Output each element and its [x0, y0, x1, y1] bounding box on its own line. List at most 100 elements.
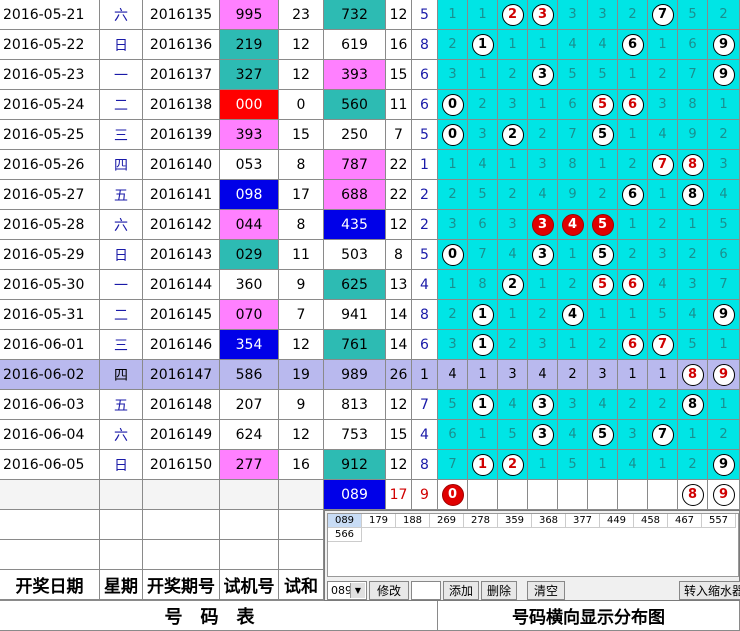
omission-value: 4 — [688, 307, 697, 322]
dist-cell-0: 0 — [438, 120, 468, 150]
sum-cell: 8 — [279, 150, 324, 180]
omission-value: 4 — [448, 367, 457, 382]
dist-cell-2: 2 — [498, 270, 528, 300]
digit-ball: 9 — [712, 33, 735, 56]
dist-cell-3: 3 — [528, 240, 558, 270]
number-list-item[interactable]: 089 — [328, 514, 362, 528]
dist-cell-4: 4 — [558, 30, 588, 60]
omission-value: 1 — [508, 37, 517, 52]
number-list-item[interactable]: 278 — [464, 514, 498, 528]
dist-cell-2: 4 — [498, 390, 528, 420]
test-cell: 393 — [220, 120, 279, 150]
dist-cell-6: 2 — [618, 240, 648, 270]
dist-cell-1: 1 — [468, 420, 498, 450]
digit-ball: 1 — [471, 453, 494, 476]
omission-value: 1 — [628, 67, 637, 82]
dist-cell-3: 2 — [528, 300, 558, 330]
omission-value: 3 — [508, 367, 517, 382]
date-cell: 2016-05-30 — [0, 270, 100, 300]
number-list-item[interactable]: 458 — [634, 514, 668, 528]
omission-value: 8 — [688, 97, 697, 112]
number-list-item[interactable]: 377 — [566, 514, 600, 528]
footer-number-table: 号码表 — [0, 600, 438, 631]
dist-cell-9: 6 — [708, 240, 740, 270]
number-list-item[interactable]: 368 — [532, 514, 566, 528]
digit-ball: 7 — [651, 3, 674, 26]
date-cell: 2016-05-27 — [0, 180, 100, 210]
clear-button[interactable]: 清空 — [527, 581, 565, 600]
add-button[interactable]: 添加 — [443, 581, 479, 600]
omission-value: 1 — [658, 187, 667, 202]
week-cell: 一 — [100, 60, 143, 90]
date-cell: 2016-05-29 — [0, 240, 100, 270]
header-test: 试机号 — [220, 570, 279, 600]
dist-cell-8: 5 — [678, 330, 708, 360]
delete-button[interactable]: 删除 — [481, 581, 517, 600]
omission-value: 3 — [658, 97, 667, 112]
win-cell: 761 — [324, 330, 386, 360]
dist-cell-8: 8 — [678, 90, 708, 120]
omission-value: 5 — [598, 67, 607, 82]
digit-ball: 2 — [501, 3, 524, 26]
issue-cell: 2016144 — [143, 270, 220, 300]
dist-cell-3: 4 — [528, 180, 558, 210]
dist-cell-3: 3 — [528, 0, 558, 30]
dist-cell-8: 6 — [678, 30, 708, 60]
chevron-down-icon[interactable]: ▼ — [350, 583, 365, 598]
omission-value: 3 — [448, 217, 457, 232]
dist-cell-8: 8 — [678, 480, 708, 510]
number-list-item[interactable]: 467 — [668, 514, 702, 528]
dist-cell-1: 1 — [468, 360, 498, 390]
dist-cell-4: 1 — [558, 330, 588, 360]
digit-ball: 7 — [651, 423, 674, 446]
date-cell: 2016-05-26 — [0, 150, 100, 180]
issue-cell: 2016142 — [143, 210, 220, 240]
dist-cell-4: 4 — [558, 210, 588, 240]
digit-ball: 6 — [621, 33, 644, 56]
dist-cell-8: 9 — [678, 120, 708, 150]
dist-cell-1: 8 — [468, 270, 498, 300]
modify-button[interactable]: 修改 — [369, 581, 409, 600]
sum-cell: 17 — [279, 180, 324, 210]
number-list-item[interactable]: 188 — [396, 514, 430, 528]
dist-cell-8: 2 — [678, 240, 708, 270]
dist-cell-0: 3 — [438, 330, 468, 360]
sum-cell: 11 — [279, 240, 324, 270]
digit-ball: 8 — [681, 183, 704, 206]
omission-value: 5 — [688, 7, 697, 22]
small-cell: 8 — [412, 30, 438, 60]
omission-value: 3 — [598, 7, 607, 22]
span-cell: 17 — [386, 480, 412, 510]
number-list-item[interactable]: 566 — [328, 528, 362, 542]
number-list-item[interactable]: 359 — [498, 514, 532, 528]
omission-value: 5 — [658, 307, 667, 322]
date-cell: 2016-05-28 — [0, 210, 100, 240]
sum-cell: 12 — [279, 420, 324, 450]
digit-ball: 8 — [681, 393, 704, 416]
number-list-item[interactable]: 557 — [702, 514, 736, 528]
transfer-button[interactable]: 转入缩水器 — [679, 581, 740, 600]
dist-cell-9: 5 — [708, 210, 740, 240]
number-select[interactable]: 089 ▼ — [327, 581, 367, 600]
digit-ball: 1 — [471, 33, 494, 56]
dist-cell-2: 2 — [498, 180, 528, 210]
issue-cell: 2016143 — [143, 240, 220, 270]
number-list-item[interactable]: 449 — [600, 514, 634, 528]
win-cell: 813 — [324, 390, 386, 420]
number-list-item[interactable]: 269 — [430, 514, 464, 528]
small-cell: 8 — [412, 300, 438, 330]
dist-cell-4: 4 — [558, 420, 588, 450]
number-list-item[interactable]: 179 — [362, 514, 396, 528]
digit-ball: 2 — [501, 123, 524, 146]
issue-cell: 2016147 — [143, 360, 220, 390]
issue-cell: 2016136 — [143, 30, 220, 60]
dist-cell-4: 8 — [558, 150, 588, 180]
number-input[interactable] — [411, 581, 441, 600]
dist-cell-1: 3 — [468, 120, 498, 150]
win-cell: 912 — [324, 450, 386, 480]
digit-ball: 3 — [531, 63, 554, 86]
omission-value: 1 — [719, 337, 728, 352]
omission-value: 1 — [508, 307, 517, 322]
omission-value: 5 — [719, 217, 728, 232]
date-cell: 2016-06-05 — [0, 450, 100, 480]
